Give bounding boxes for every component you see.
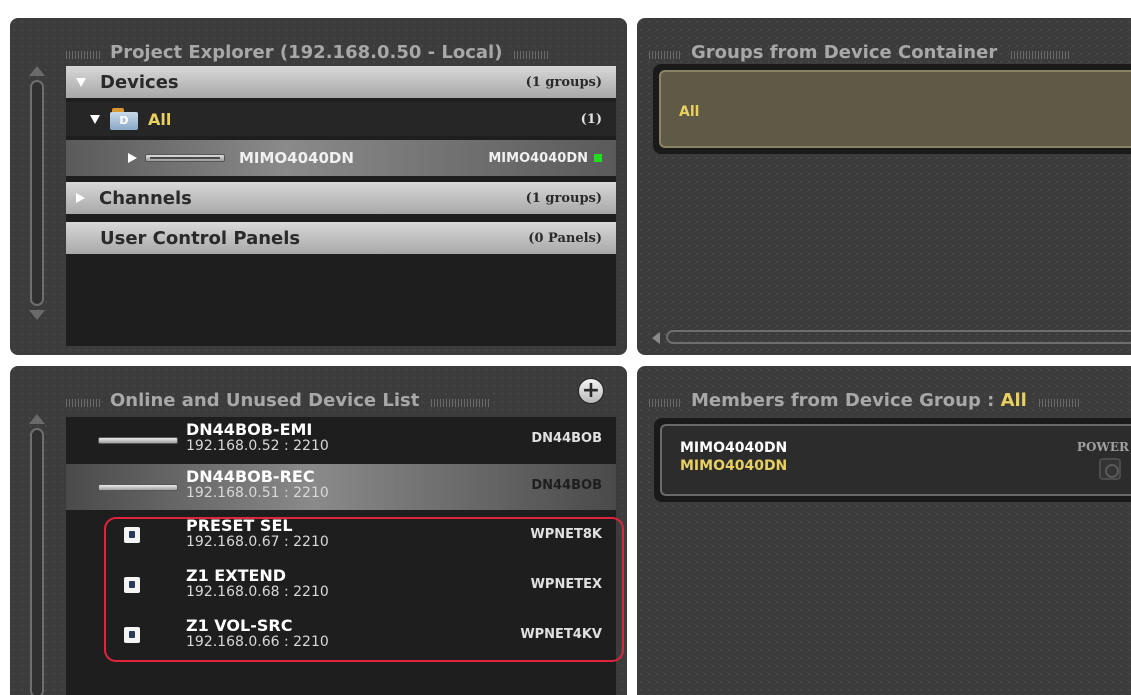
ucp-label: User Control Panels — [100, 227, 301, 249]
device-model-wrap: MIMO4040DN — [488, 151, 602, 166]
device-ip: 192.168.0.51 : 2210 — [186, 485, 329, 501]
tree-row-devices[interactable]: Devices (1 groups) — [66, 66, 616, 100]
devices-count: (1 groups) — [525, 74, 602, 90]
members-title-group: All — [1000, 390, 1027, 411]
device-list-vertical-scrollbar[interactable] — [28, 414, 46, 695]
group-card-all[interactable]: All — [653, 64, 1131, 154]
member-card[interactable]: MIMO4040DN MIMO4040DN POWER — [654, 418, 1131, 502]
members-title-prefix: Members from Device Group : — [691, 390, 1001, 411]
channels-label: Channels — [99, 187, 192, 209]
group-label: All — [659, 70, 1131, 148]
tree-row-user-control-panels[interactable]: User Control Panels (0 Panels) — [66, 222, 616, 256]
panel-grip[interactable] — [431, 399, 492, 407]
power-icon[interactable] — [1099, 458, 1121, 480]
scroll-up-icon[interactable] — [29, 66, 45, 76]
scroll-left-icon[interactable] — [652, 332, 660, 344]
rack-device-icon — [98, 484, 178, 491]
panel-grip[interactable] — [66, 399, 102, 407]
all-count: (1) — [580, 111, 602, 127]
tree-row-mimo4040dn[interactable]: MIMO4040DN MIMO4040DN — [66, 140, 616, 176]
add-device-button[interactable]: + — [578, 378, 604, 404]
scroll-track[interactable] — [30, 428, 44, 695]
channels-count: (1 groups) — [525, 190, 602, 206]
panel-grip[interactable] — [514, 51, 551, 59]
collapse-icon[interactable] — [76, 193, 85, 203]
groups-horizontal-scrollbar[interactable] — [652, 328, 1131, 346]
explorer-vertical-scrollbar[interactable] — [28, 66, 46, 320]
online-status-icon — [594, 154, 602, 162]
member-type: MIMO4040DN — [680, 458, 788, 474]
scroll-up-icon[interactable] — [29, 414, 45, 424]
device-label: MIMO4040DN — [239, 149, 354, 167]
rack-device-icon — [145, 154, 225, 162]
rack-device-icon — [98, 437, 178, 444]
panel-grip[interactable] — [649, 51, 681, 59]
device-row[interactable]: DN44BOB-EMI 192.168.0.52 : 2210 DN44BOB — [66, 417, 616, 463]
members-panel: Members from Device Group : All — [637, 366, 1131, 695]
project-tree: Devices (1 groups) D All (1) MIMO4040DN … — [66, 66, 616, 346]
device-name: DN44BOB-EMI — [186, 420, 313, 439]
power-label: POWER — [1076, 440, 1129, 454]
expand-icon[interactable] — [128, 153, 137, 163]
all-label: All — [148, 109, 172, 129]
ucp-count: (0 Panels) — [528, 230, 602, 246]
expand-icon[interactable] — [90, 114, 100, 124]
folder-icon: D — [110, 108, 138, 130]
groups-title: Groups from Device Container — [691, 42, 998, 63]
expand-icon[interactable] — [76, 77, 86, 87]
tree-row-all[interactable]: D All (1) — [66, 102, 616, 136]
device-name: DN44BOB-REC — [186, 467, 315, 486]
highlight-box — [104, 517, 624, 662]
device-list-title: Online and Unused Device List — [110, 390, 420, 411]
tree-row-channels[interactable]: Channels (1 groups) — [66, 182, 616, 216]
scroll-down-icon[interactable] — [29, 310, 45, 320]
folder-letter: D — [110, 112, 138, 130]
device-ip: 192.168.0.52 : 2210 — [186, 438, 329, 454]
scroll-track[interactable] — [30, 80, 44, 306]
panel-grip[interactable] — [1038, 399, 1079, 407]
devices-label: Devices — [100, 71, 179, 93]
device-type: DN44BOB — [531, 431, 602, 446]
scroll-track[interactable] — [666, 330, 1131, 344]
panel-grip[interactable] — [1011, 51, 1072, 59]
device-model: MIMO4040DN — [488, 150, 588, 166]
member-name: MIMO4040DN — [680, 440, 788, 456]
panel-grip[interactable] — [66, 51, 102, 59]
device-type: DN44BOB — [531, 478, 602, 493]
device-row[interactable]: DN44BOB-REC 192.168.0.51 : 2210 DN44BOB — [66, 464, 616, 510]
project-explorer-title: Project Explorer (192.168.0.50 - Local) — [110, 42, 503, 63]
panel-grip[interactable] — [649, 399, 681, 407]
